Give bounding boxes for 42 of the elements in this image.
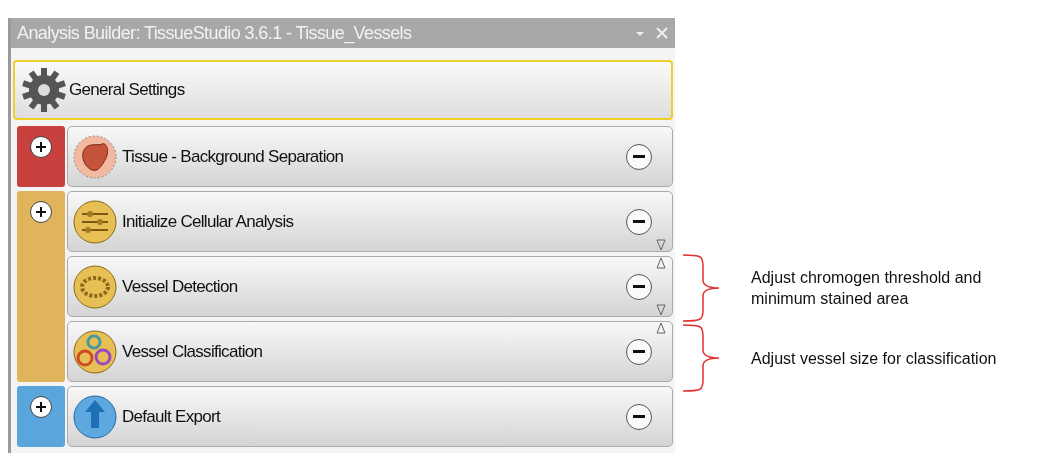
expand-button[interactable] [30, 136, 52, 158]
step-label: General Settings [69, 80, 185, 100]
tissue-icon [72, 133, 118, 180]
rings-icon [72, 328, 118, 375]
move-down-icon[interactable] [656, 239, 666, 251]
collapse-button[interactable] [626, 403, 652, 430]
minus-icon [633, 414, 645, 419]
window-title: Analysis Builder: TissueStudio 3.6.1 - Tissue_Vessels [17, 22, 413, 44]
expand-button[interactable] [30, 201, 52, 223]
general-settings-row[interactable]: General Settings [13, 60, 673, 120]
plus-icon [35, 206, 47, 218]
move-up-icon[interactable] [656, 322, 666, 334]
minus-icon [633, 219, 645, 224]
collapse-button[interactable] [626, 143, 652, 170]
ring-icon [72, 263, 118, 310]
plus-icon [35, 141, 47, 153]
move-up-icon[interactable] [656, 257, 666, 269]
step-label: Vessel Classification [122, 341, 264, 362]
minus-icon [633, 349, 645, 354]
annotation-text: Adjust chromogen threshold and minimum stained area [751, 268, 983, 309]
step-row[interactable]: Tissue - Background Separation [67, 126, 673, 187]
expand-button[interactable] [30, 396, 52, 418]
collapse-button[interactable] [626, 273, 652, 300]
move-down-icon[interactable] [656, 304, 666, 316]
annotation-text: Adjust vessel size for classification [751, 348, 998, 369]
gear-icon [19, 65, 69, 115]
step-row[interactable]: Initialize Cellular Analysis [67, 191, 673, 252]
minus-icon [633, 154, 645, 159]
collapse-button[interactable] [626, 338, 652, 365]
step-label: Initialize Cellular Analysis [122, 211, 295, 232]
minus-icon [633, 284, 645, 289]
step-row[interactable]: Vessel Detection [67, 256, 673, 317]
step-label: Vessel Detection [122, 276, 239, 297]
brace-icon [681, 324, 721, 392]
brace-icon [681, 254, 721, 322]
plus-icon [35, 401, 47, 413]
step-label: Tissue - Background Separation [122, 146, 345, 167]
step-label: Default Export [122, 406, 222, 427]
step-row[interactable]: Vessel Classification [67, 321, 673, 382]
collapse-button[interactable] [626, 208, 652, 235]
step-row[interactable]: Default Export [67, 386, 673, 447]
sliders-icon [72, 198, 118, 245]
